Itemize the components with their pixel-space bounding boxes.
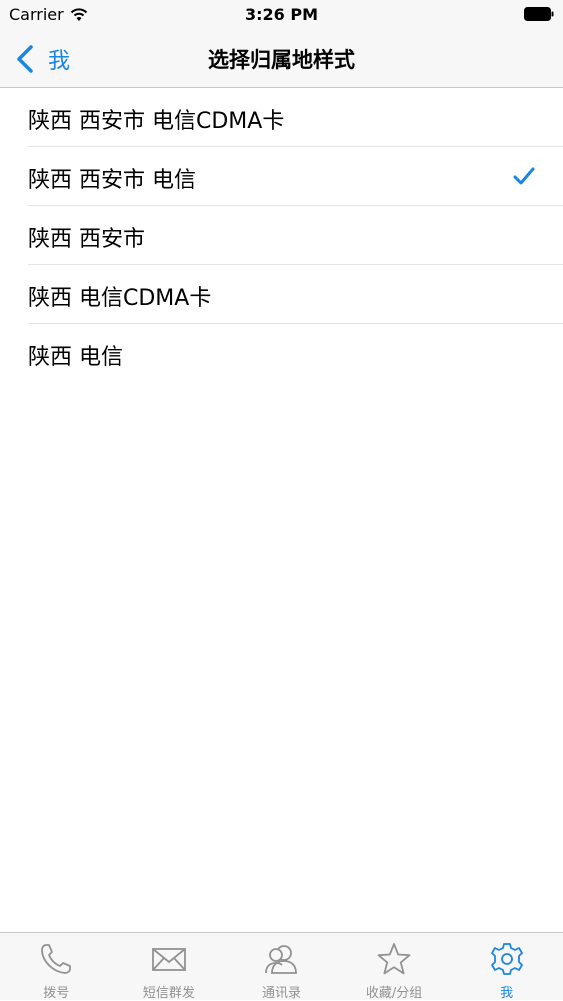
tab-bar: 拨号 短信群发 通讯录 收藏/分组 我	[0, 932, 563, 1001]
status-bar: Carrier 3:26 PM	[0, 0, 563, 30]
location-style-option[interactable]: 陕西 电信	[0, 324, 563, 383]
tab-favorites[interactable]: 收藏/分组	[338, 933, 451, 1001]
location-style-list: 陕西 西安市 电信CDMA卡 陕西 西安市 电信 陕西 西安市 陕西 电信CDM…	[0, 88, 563, 383]
navigation-bar: 我 选择归属地样式	[0, 30, 563, 88]
location-style-option[interactable]: 陕西 电信CDMA卡	[0, 265, 563, 324]
option-label: 陕西 电信CDMA卡	[28, 286, 212, 311]
tab-dial[interactable]: 拨号	[0, 933, 113, 1001]
checkmark-icon	[513, 167, 535, 185]
option-label: 陕西 电信	[28, 345, 123, 370]
location-style-option[interactable]: 陕西 西安市 电信CDMA卡	[0, 88, 563, 147]
option-label: 陕西 西安市 电信CDMA卡	[28, 109, 285, 134]
page-title: 选择归属地样式	[208, 48, 355, 72]
location-style-option[interactable]: 陕西 西安市	[0, 206, 563, 265]
battery-icon	[524, 7, 554, 21]
tab-contacts[interactable]: 通讯录	[225, 933, 338, 1001]
tab-label: 我	[500, 986, 514, 1001]
contacts-icon	[265, 945, 298, 974]
tab-me[interactable]: 我	[450, 933, 563, 1001]
clock: 3:26 PM	[244, 5, 318, 24]
tab-label: 拨号	[43, 986, 70, 1001]
gear-icon	[490, 943, 523, 975]
tab-label: 通讯录	[261, 986, 301, 1001]
location-style-option-selected[interactable]: 陕西 西安市 电信	[0, 147, 563, 206]
option-label: 陕西 西安市 电信	[28, 168, 196, 193]
tab-group-sms[interactable]: 短信群发	[113, 933, 226, 1001]
phone-icon	[41, 944, 72, 974]
star-icon	[377, 943, 411, 975]
envelope-icon	[151, 948, 186, 971]
option-label: 陕西 西安市	[28, 227, 145, 252]
tab-label: 短信群发	[142, 986, 195, 1001]
tab-label: 收藏/分组	[365, 986, 423, 1001]
